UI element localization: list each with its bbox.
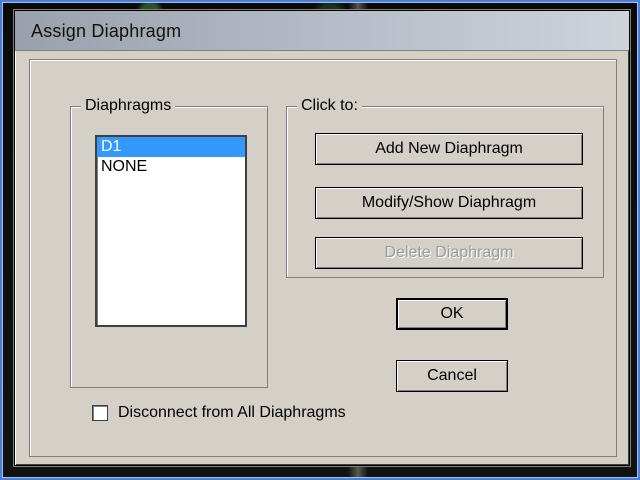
add-new-diaphragm-button[interactable]: Add New Diaphragm [315, 133, 583, 165]
click-to-groupbox: Click to: Add New Diaphragm Modify/Show … [286, 97, 604, 278]
disconnect-all-option[interactable]: Disconnect from All Diaphragms [92, 402, 346, 424]
diaphragms-listbox[interactable]: D1 NONE [95, 135, 247, 327]
cancel-button[interactable]: Cancel [396, 360, 508, 392]
ok-label: OK [440, 305, 464, 322]
dialog-title: Assign Diaphragm [31, 21, 182, 41]
diaphragm-list-item-none[interactable]: NONE [97, 157, 245, 177]
delete-diaphragm-button[interactable]: Delete Diaphragm [315, 237, 583, 269]
cancel-label: Cancel [427, 367, 477, 384]
checkbox-icon[interactable] [92, 405, 108, 421]
delete-diaphragm-label: Delete Diaphragm [384, 244, 514, 261]
diaphragms-group-title: Diaphragms [81, 97, 176, 115]
dialog-content: Diaphragms D1 NONE Click to: Add New Dia… [29, 59, 617, 457]
ok-button[interactable]: OK [396, 298, 508, 330]
diaphragm-list-item-label: D1 [101, 138, 122, 155]
click-to-group-title: Click to: [297, 97, 362, 115]
dialog-titlebar[interactable]: Assign Diaphragm [15, 11, 629, 51]
diaphragms-groupbox: Diaphragms D1 NONE [70, 97, 268, 388]
assign-diaphragm-dialog: Assign Diaphragm Diaphragms D1 NONE Clic… [14, 10, 630, 466]
add-new-diaphragm-label: Add New Diaphragm [375, 140, 523, 157]
disconnect-all-label: Disconnect from All Diaphragms [118, 404, 346, 421]
diaphragm-list-item-d1[interactable]: D1 [97, 137, 245, 157]
modify-show-diaphragm-button[interactable]: Modify/Show Diaphragm [315, 187, 583, 219]
diaphragm-list-item-label: NONE [101, 158, 148, 175]
modify-show-diaphragm-label: Modify/Show Diaphragm [361, 194, 537, 211]
